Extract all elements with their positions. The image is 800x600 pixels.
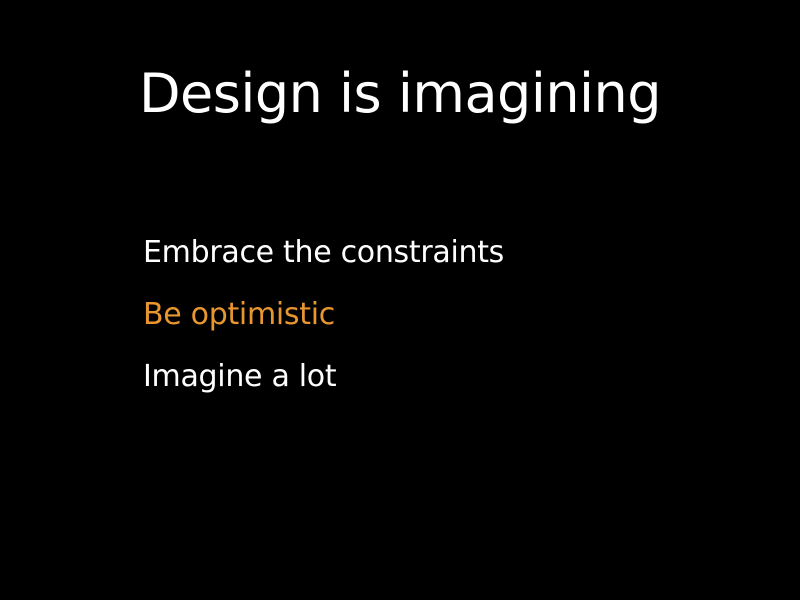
bullet-item-embrace-constraints: Embrace the constraints: [143, 235, 505, 270]
bullet-list: Embrace the constraints Be optimistic Im…: [143, 232, 504, 418]
bullet-item-be-optimistic: Be optimistic: [143, 297, 335, 332]
slide-title: Design is imagining: [138, 62, 662, 125]
bullet-item-imagine-a-lot: Imagine a lot: [143, 359, 337, 394]
presentation-slide: Design is imagining Embrace the constrai…: [0, 0, 800, 600]
